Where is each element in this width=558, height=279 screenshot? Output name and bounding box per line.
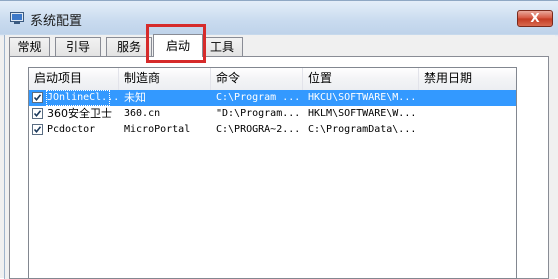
checkmark-icon (33, 110, 42, 118)
row-checkbox[interactable] (32, 124, 43, 135)
column-disabled-date[interactable]: 禁用日期 (419, 68, 516, 90)
cell-item: 360安全卫士 (47, 107, 112, 120)
list-header: 启动项目 制造商 命令 位置 禁用日期 (29, 68, 516, 91)
cell-location: HKCU\SOFTWARE\M... (308, 92, 417, 103)
startup-items-list[interactable]: 启动项目 制造商 命令 位置 禁用日期 JOnlineCl... 未知 C:\P… (28, 67, 517, 279)
row-checkbox[interactable] (32, 108, 43, 119)
cell-manufacturer: 未知 (124, 91, 146, 104)
cell-disabled-date (424, 106, 514, 122)
cell-command: C:\PROGRA~2... (216, 124, 301, 135)
tab-tools[interactable]: 工具 (201, 37, 243, 56)
cell-manufacturer: 360.cn (124, 108, 161, 119)
cell-item: Pcdoctor (47, 124, 96, 135)
column-startup-item[interactable]: 启动项目 (29, 68, 119, 90)
window-title: 系统配置 (30, 14, 83, 29)
cell-command: "D:\Program... (216, 108, 301, 119)
cell-location: HKLM\SOFTWARE\W... (308, 108, 417, 119)
tab-general[interactable]: 常规 (9, 37, 50, 56)
system-config-icon (10, 12, 24, 24)
system-config-window: 系统配置 X 常规 引导 服务 启动 工具 启动项目 制造商 命令 位置 禁用日… (0, 0, 558, 279)
cell-disabled-date (424, 122, 514, 138)
column-command[interactable]: 命令 (211, 68, 303, 90)
checkmark-icon (33, 94, 42, 102)
column-manufacturer[interactable]: 制造商 (119, 68, 211, 90)
table-row[interactable]: 360安全卫士 360.cn "D:\Program... HKLM\SOFTW… (29, 106, 516, 122)
column-location[interactable]: 位置 (303, 68, 419, 90)
startup-tab-highlight (146, 24, 206, 63)
row-checkbox[interactable] (32, 92, 43, 103)
table-row[interactable]: Pcdoctor MicroPortal C:\PROGRA~2... C:\P… (29, 122, 516, 138)
tab-boot[interactable]: 引导 (55, 37, 101, 56)
table-row[interactable]: JOnlineCl... 未知 C:\Program ... HKCU\SOFT… (29, 90, 516, 106)
cell-command: C:\Program ... (216, 92, 301, 103)
cell-item: JOnlineCl... (47, 92, 119, 103)
cell-location: C:\ProgramData\... (308, 124, 417, 135)
close-button[interactable]: X (517, 10, 553, 27)
title-bar[interactable]: 系统配置 X (0, 1, 558, 34)
cell-manufacturer: MicroPortal (124, 124, 191, 135)
checkmark-icon (33, 126, 42, 134)
cell-disabled-date (424, 90, 514, 106)
